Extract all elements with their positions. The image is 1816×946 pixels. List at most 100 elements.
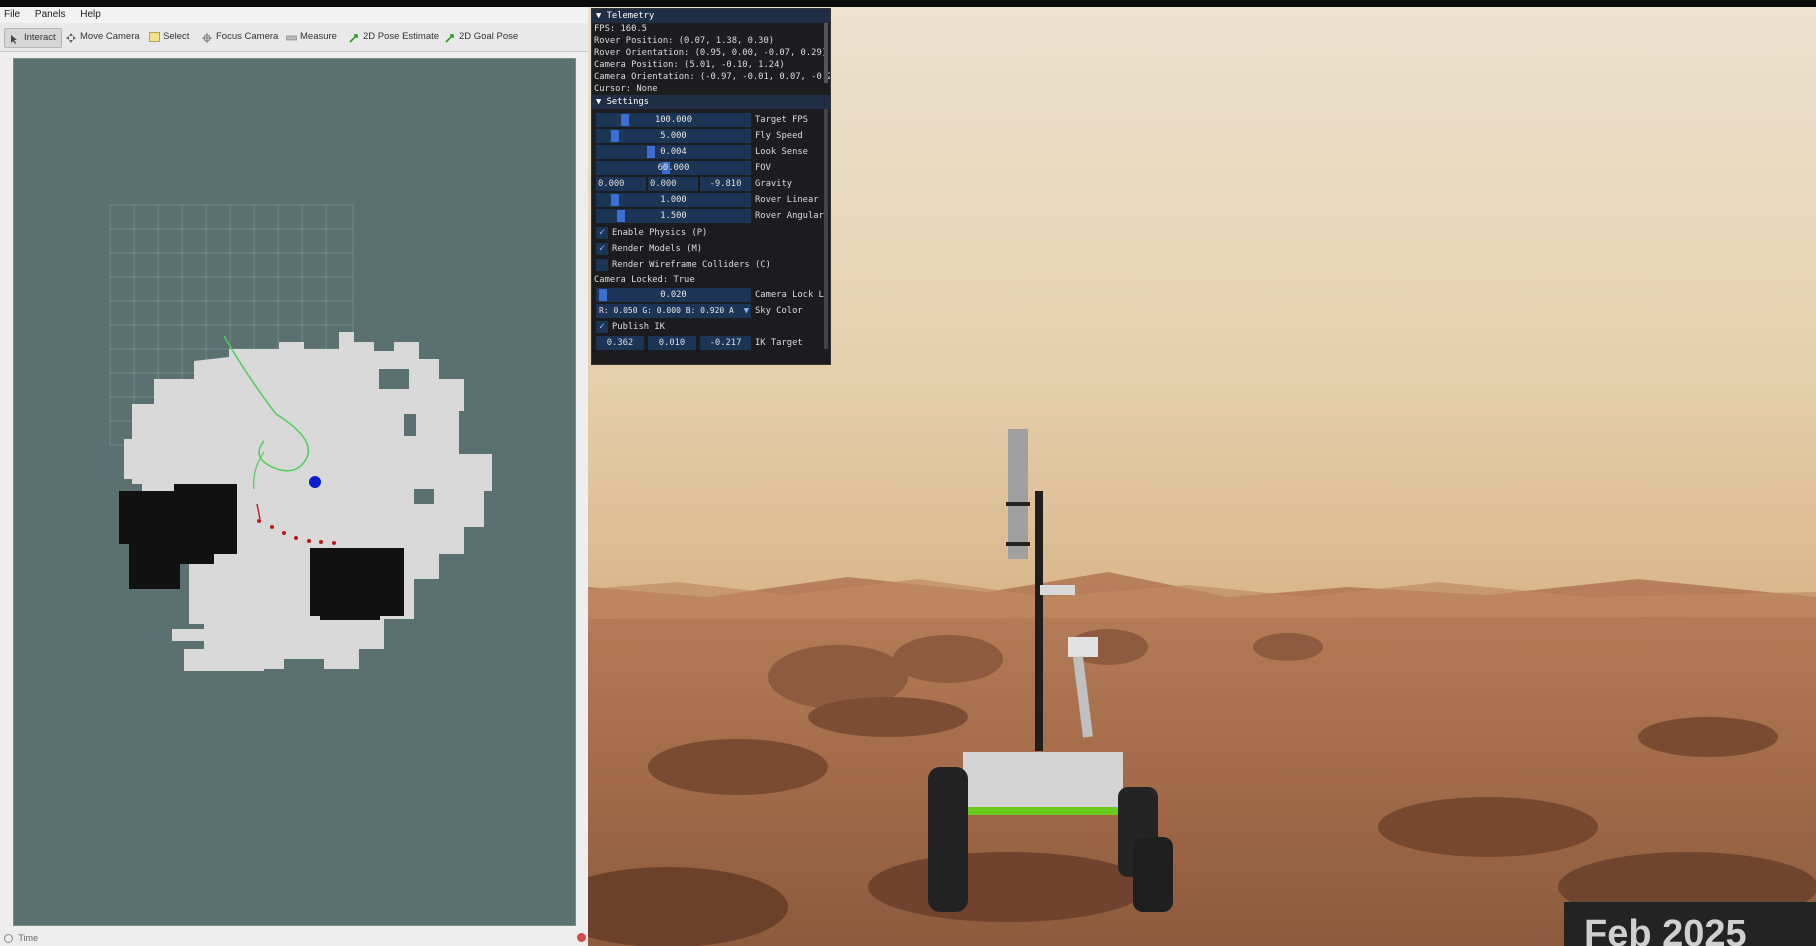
focus-camera-tool-button[interactable]: Focus Camera [202, 28, 278, 46]
collapse-arrow-icon: ▼ [596, 11, 602, 21]
ik-target-label: IK Target [755, 338, 803, 348]
telemetry-header[interactable]: ▼ Telemetry [592, 9, 830, 23]
move-camera-tool-button[interactable]: Move Camera [66, 28, 140, 46]
measure-tool-label: Measure [300, 31, 337, 42]
date-badge: Feb 2025 [1564, 902, 1816, 946]
rover-linear-row: 1.000 Rover Linear [592, 192, 830, 208]
occupancy-map [109, 204, 492, 671]
scrollbar[interactable] [824, 109, 828, 349]
rover-angular-row: 1.500 Rover Angular [592, 208, 830, 224]
fov-row: 60.000 FOV [592, 160, 830, 176]
time-label: Time [18, 933, 39, 943]
checkbox-label: Render Models (M) [612, 244, 703, 254]
interact-tool-label: Interact [24, 32, 56, 43]
look-sense-slider[interactable]: 0.004 [596, 145, 751, 159]
telemetry-line: Rover Position: (0.07, 1.38, 0.30) [594, 36, 775, 46]
camera-locked-text: Camera Locked: True [594, 275, 695, 285]
look-sense-row: 0.004 Look Sense [592, 144, 830, 160]
tool-bar: Interact Move Camera Select Focus Camera… [0, 23, 588, 52]
slider-value: 0.020 [660, 290, 687, 300]
slider-label: Rover Angular [755, 211, 824, 221]
ik-z-field[interactable]: -0.217 [700, 336, 751, 350]
select-icon [149, 32, 160, 42]
checkbox-label: Publish IK [612, 322, 665, 332]
ik-x-field[interactable]: 0.362 [596, 336, 644, 350]
green-arrow-icon [349, 32, 360, 43]
telemetry-title: Telemetry [606, 11, 655, 21]
checkbox[interactable]: ✓ [596, 321, 608, 333]
collapse-arrow-icon: ▼ [596, 97, 602, 107]
scrollbar[interactable] [824, 23, 828, 83]
menu-file[interactable]: File [4, 7, 20, 23]
render-models-row[interactable]: ✓ Render Models (M) [592, 241, 830, 257]
settings-header[interactable]: ▼ Settings [592, 95, 830, 109]
slider-label: Target FPS [755, 115, 808, 125]
ik-y-field[interactable]: 0.010 [648, 336, 696, 350]
fly-speed-row: 5.000 Fly Speed [592, 128, 830, 144]
camera-lock-slider[interactable]: 0.020 [596, 288, 751, 302]
checkbox-label: Render Wireframe Colliders (C) [612, 260, 771, 270]
select-tool-button[interactable]: Select [149, 28, 189, 46]
slider-value: 1.500 [660, 211, 687, 221]
rover-angular-slider[interactable]: 1.500 [596, 209, 751, 223]
status-bar: Time [0, 930, 588, 946]
ruler-icon [285, 32, 298, 42]
crosshair-icon [202, 32, 213, 43]
settings-body: 100.000 Target FPS 5.000 Fly Speed 0.004… [592, 109, 830, 359]
menu-help[interactable]: Help [80, 7, 101, 23]
slider-value: 100.000 [654, 115, 693, 125]
checkbox[interactable]: ✓ [596, 227, 608, 239]
telemetry-line: Camera Orientation: (-0.97, -0.01, 0.07,… [594, 72, 830, 82]
robot-marker [309, 476, 321, 488]
interact-tool-button[interactable]: Interact [4, 28, 62, 48]
sky-color-label: Sky Color [755, 306, 803, 316]
slider-label: Rover Linear [755, 195, 819, 205]
move-camera-tool-label: Move Camera [80, 31, 140, 42]
select-tool-label: Select [163, 31, 190, 42]
fly-speed-slider[interactable]: 5.000 [596, 129, 751, 143]
checkbox-label: Enable Physics (P) [612, 228, 708, 238]
enable-physics-row[interactable]: ✓ Enable Physics (P) [592, 225, 830, 241]
gravity-x-field[interactable]: 0.000 [596, 177, 646, 191]
telemetry-line: Cursor: None [594, 84, 658, 94]
sky-color-row: R: 0.050 G: 0.000 B: 0.920 A ▼ Sky Color [592, 303, 830, 319]
slider-label: Camera Lock L [755, 290, 824, 300]
imgui-panel: ▼ Telemetry FPS: 160.5 Rover Position: (… [591, 8, 831, 365]
goal-pose-tool-button[interactable]: 2D Goal Pose [445, 28, 518, 46]
slider-label: Look Sense [755, 147, 808, 157]
slider-label: Fly Speed [755, 131, 803, 141]
dropdown-arrow-icon[interactable]: ▼ [744, 304, 749, 318]
target-fps-slider[interactable]: 100.000 [596, 113, 751, 127]
clock-icon [4, 934, 13, 943]
telemetry-line: Camera Position: (5.01, -0.10, 1.24) [594, 60, 785, 70]
telemetry-line: Rover Orientation: (0.95, 0.00, -0.07, 0… [594, 48, 828, 58]
goal-pose-tool-label: 2D Goal Pose [459, 31, 519, 42]
checkbox[interactable]: ✓ [596, 243, 608, 255]
gravity-y-field[interactable]: 0.000 [648, 177, 698, 191]
wireframe-row[interactable]: Render Wireframe Colliders (C) [592, 257, 830, 273]
target-fps-row: 100.000 Target FPS [592, 112, 830, 128]
sky-color-value: R: 0.050 G: 0.000 B: 0.920 A [599, 306, 734, 315]
pose-estimate-tool-label: 2D Pose Estimate [363, 31, 440, 42]
rover-linear-slider[interactable]: 1.000 [596, 193, 751, 207]
publish-ik-row[interactable]: ✓ Publish IK [592, 319, 830, 335]
cursor-icon [10, 33, 21, 44]
pose-estimate-tool-button[interactable]: 2D Pose Estimate [349, 28, 439, 46]
focus-camera-tool-label: Focus Camera [216, 31, 279, 42]
slider-value: 0.004 [660, 147, 687, 157]
move-icon [66, 32, 77, 43]
menu-bar: File Panels Help [0, 7, 588, 23]
sky-color-field[interactable]: R: 0.050 G: 0.000 B: 0.920 A ▼ [596, 304, 751, 318]
gravity-z-field[interactable]: -9.810 [700, 177, 751, 191]
checkbox[interactable] [596, 259, 608, 271]
measure-tool-button[interactable]: Measure [285, 28, 337, 46]
settings-title: Settings [606, 97, 649, 107]
close-icon[interactable] [577, 933, 586, 942]
green-arrow-icon [445, 32, 456, 43]
fov-slider[interactable]: 60.000 [596, 161, 751, 175]
menu-panels[interactable]: Panels [35, 7, 66, 23]
slider-value: 60.000 [657, 163, 690, 173]
camera-lock-row: 0.020 Camera Lock L [592, 287, 830, 303]
slider-value: 1.000 [660, 195, 687, 205]
map-viewport[interactable] [13, 58, 576, 926]
